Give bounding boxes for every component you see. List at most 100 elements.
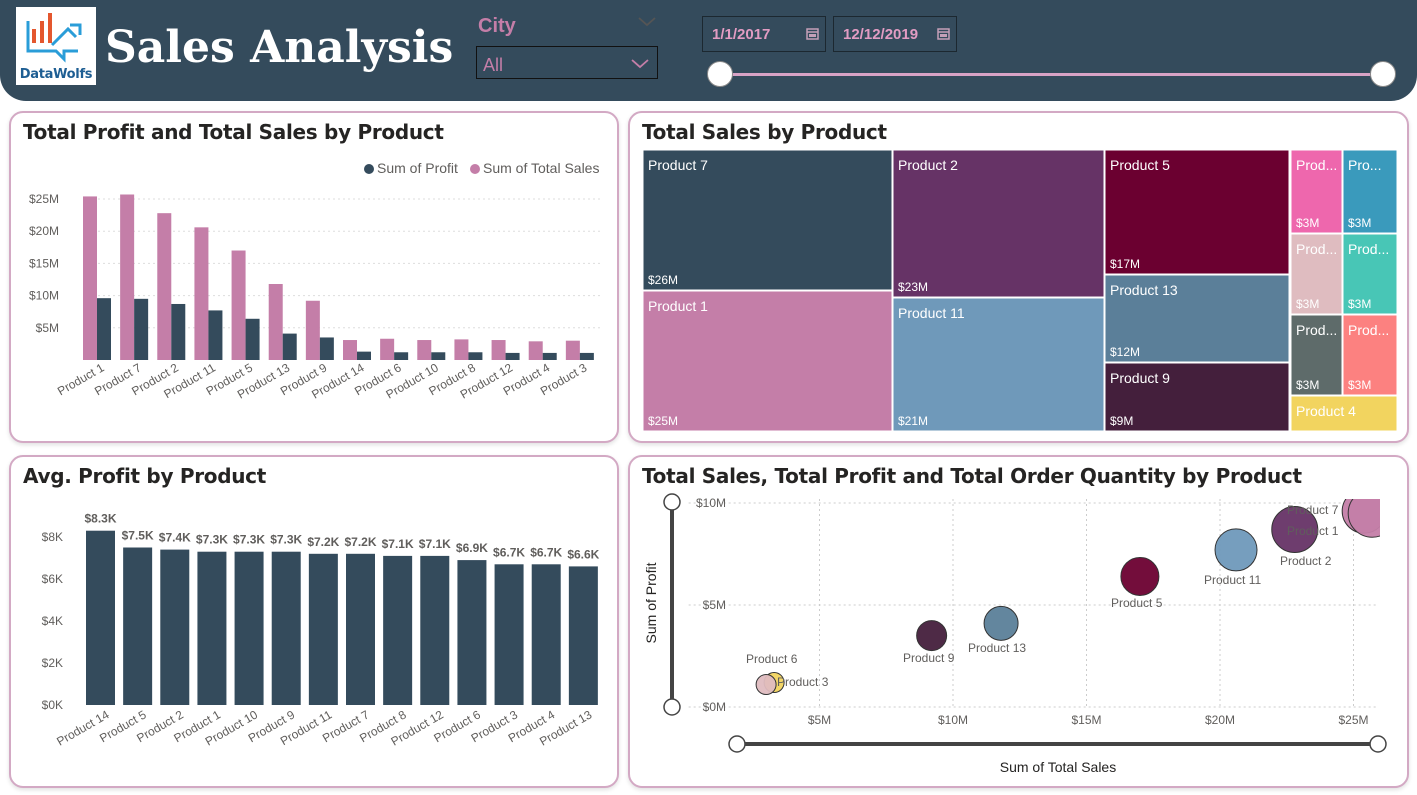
profit-bar (357, 351, 371, 360)
sales-bar (491, 340, 506, 360)
treemap-title: Total Sales by Product (642, 120, 887, 144)
page-title: Sales Analysis (105, 22, 454, 73)
scatter-point (1347, 499, 1380, 538)
data-label: $7.2K (344, 535, 376, 549)
calendar-icon[interactable] (806, 28, 819, 40)
scatter-chart: $5M $10M $15M $20M $25M $0M $5M $10M Sum of Tota… (643, 493, 1387, 775)
y-tick-label: $25M (29, 192, 59, 206)
x-zoom-slider-handle (1369, 735, 1387, 753)
treemap-tile-value: $3M (1348, 216, 1371, 230)
scatter-point (1120, 556, 1160, 596)
scatter-point (755, 674, 777, 696)
data-label: $6.7K (493, 545, 525, 559)
avg-profit-card: Avg. Profit by Product $0K $2K $4K $6K $8K $8… (9, 455, 619, 788)
legend-label-sales: Sum of Total Sales (483, 160, 599, 176)
sales-bar (83, 196, 97, 360)
treemap-tile-label: Pro... (1348, 157, 1381, 173)
treemap-tile-label: Product 7 (648, 157, 708, 173)
data-label: $6.6K (567, 547, 599, 561)
treemap-tile-label: Product 1 (648, 298, 708, 314)
y-tick-label: $5M (36, 321, 59, 335)
data-label: $7.1K (419, 537, 451, 551)
data-label: $7.5K (122, 529, 154, 543)
x-tick-label: $10M (938, 713, 968, 727)
treemap-tile-value: $3M (1296, 297, 1319, 311)
sales-bar (417, 340, 432, 360)
treemap-tile-value: $26M (648, 273, 678, 287)
x-tick-label: $25M (1338, 713, 1368, 727)
y-tick-label: $6K (42, 572, 63, 586)
city-filter-label: City (478, 15, 516, 37)
x-tick-label: $15M (1071, 713, 1101, 727)
treemap-card: Total Sales by Product Product 7 $26M Prod… (628, 111, 1409, 443)
header-bar: DataWolfs Sales Analysis City All 1/1/20… (0, 0, 1417, 101)
treemap-tile-value: $9M (1110, 414, 1133, 428)
data-label: $6.7K (530, 545, 562, 559)
profit-bar (97, 298, 111, 360)
y-tick-label: $2K (42, 656, 63, 670)
date-range-track[interactable] (719, 73, 1383, 76)
avg-profit-bar (160, 549, 190, 705)
profit-bar (282, 333, 297, 360)
avg-profit-bar (457, 560, 487, 705)
profit-bar (579, 352, 594, 360)
point-label: Product 6 (746, 652, 798, 666)
x-axis-title: Sum of Total Sales (1000, 759, 1116, 775)
avg-profit-chart: $0K$2K$4K$6K$8K$8.3KProduct 14$7.5KProdu… (42, 512, 600, 749)
avg-profit-bar (234, 551, 264, 705)
sales-bar (454, 339, 469, 360)
calendar-icon[interactable] (937, 28, 950, 40)
point-label: Product 7 (1287, 503, 1339, 517)
end-date-input[interactable]: 12/12/2019 (833, 16, 957, 52)
scatter-points (755, 499, 1380, 696)
treemap-tile-value: $21M (898, 414, 928, 428)
y-tick-label: $0K (42, 698, 63, 712)
x-tick-label: $20M (1205, 713, 1235, 727)
x-zoom-slider-handle (728, 735, 746, 753)
treemap-tile-label: Prod... (1296, 322, 1337, 338)
city-dropdown[interactable]: All (476, 46, 658, 79)
point-label: Product 13 (968, 641, 1026, 655)
avg-profit-title: Avg. Profit by Product (23, 464, 266, 488)
y-tick-label: $4K (42, 614, 63, 628)
treemap-tile-label: Product 2 (898, 157, 958, 173)
y-zoom-slider-handle (663, 698, 681, 716)
data-label: $8.3K (84, 512, 116, 526)
treemap-tile-label: Product 9 (1110, 370, 1170, 386)
profit-bar (542, 352, 557, 360)
treemap-tile-value: $3M (1348, 378, 1371, 392)
data-label: $7.2K (307, 535, 339, 549)
treemap-tile-value: $25M (648, 414, 678, 428)
point-label: Product 3 (777, 675, 829, 689)
y-tick-label: $5M (703, 598, 726, 612)
scatter-point (916, 620, 948, 652)
chevron-down-icon[interactable] (636, 14, 658, 28)
avg-profit-bar (123, 547, 153, 705)
scatter-point (1214, 528, 1258, 572)
treemap-tile-value: $12M (1110, 345, 1140, 359)
treemap-tile-label: Product 4 (1296, 403, 1356, 419)
sales-bar (120, 194, 135, 360)
date-range-start-handle[interactable] (707, 61, 733, 87)
start-date-value: 1/1/2017 (712, 26, 771, 43)
y-tick-label: $10M (696, 496, 726, 510)
scatter-point (983, 605, 1019, 641)
avg-profit-bar (383, 555, 413, 705)
start-date-input[interactable]: 1/1/2017 (702, 16, 826, 52)
avg-profit-bar (197, 551, 227, 705)
data-label: $6.9K (456, 541, 488, 555)
profit-bar (431, 352, 446, 360)
data-label: $7.3K (196, 533, 228, 547)
sales-bar (194, 227, 209, 360)
legend-label-profit: Sum of Profit (377, 160, 458, 176)
profit-sales-chart: $5M $10M $15M $20M $25M Sum of Profit Sum of T… (29, 160, 603, 402)
sales-bar (380, 338, 395, 360)
chevron-down-icon (631, 59, 649, 69)
scatter-title: Total Sales, Total Profit and Total Orde… (642, 464, 1302, 488)
data-label: $7.1K (382, 537, 414, 551)
treemap-tile-value: $23M (898, 280, 928, 294)
treemap-tile-label: Prod... (1348, 322, 1389, 338)
profit-sales-title: Total Profit and Total Sales by Product (23, 120, 444, 144)
date-range-end-handle[interactable] (1370, 61, 1396, 87)
avg-profit-bar (86, 530, 115, 705)
